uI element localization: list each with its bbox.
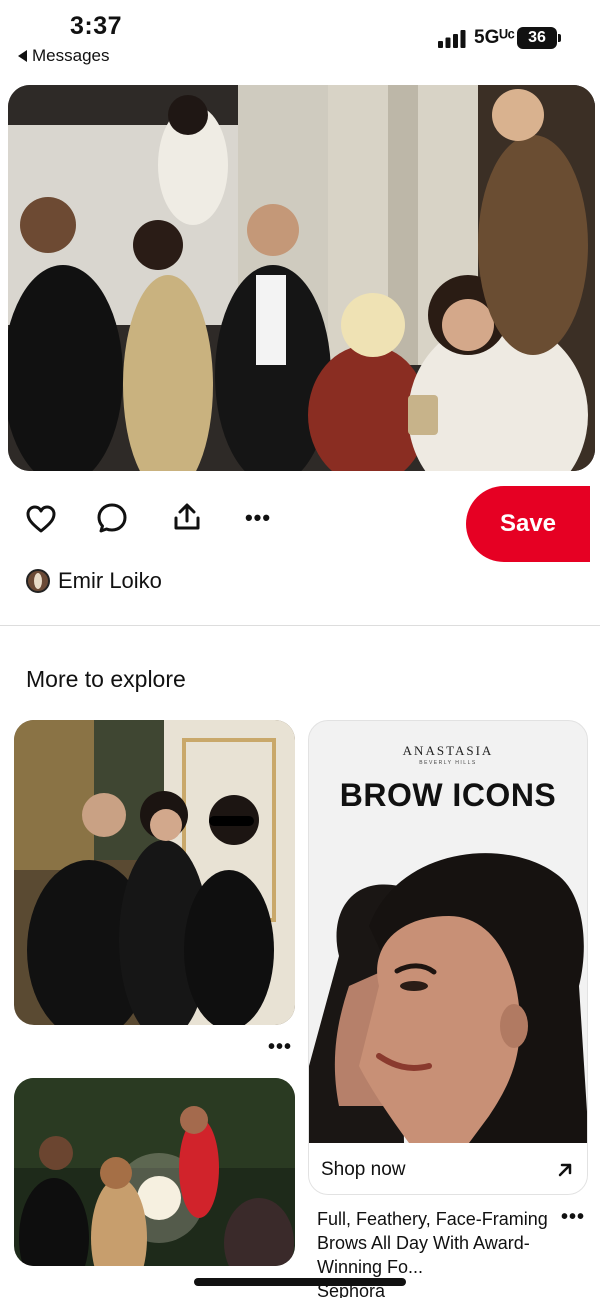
comment-button[interactable] — [95, 501, 129, 535]
explore-pin-2[interactable] — [14, 1078, 295, 1266]
ad-more-button[interactable]: ••• — [561, 1206, 585, 1229]
hero-photo — [8, 85, 595, 471]
more-options-button[interactable]: ••• — [238, 503, 278, 533]
ad-brand-sub: BEVERLY HILLS — [419, 760, 477, 766]
more-to-explore-heading: More to explore — [26, 666, 186, 692]
avatar — [26, 569, 50, 593]
ad-photo — [309, 816, 587, 1143]
pin-photo — [14, 1078, 295, 1266]
share-button[interactable] — [170, 500, 204, 534]
promoted-pin-card[interactable]: ANASTASIA BEVERLY HILLS BROW ICONS Shop … — [308, 720, 588, 1195]
pin-1-more-button[interactable]: ••• — [268, 1036, 292, 1059]
external-link-arrow-icon — [558, 1163, 572, 1176]
hero-pin-image[interactable] — [8, 85, 595, 471]
battery-nub — [558, 34, 561, 42]
battery-icon: 36 — [517, 27, 557, 49]
status-time: 3:37 — [70, 12, 123, 40]
cellular-signal-icon — [438, 30, 466, 48]
ad-description[interactable]: Full, Feathery, Face-Framing Brows All D… — [317, 1207, 557, 1279]
back-label: Messages — [32, 46, 110, 65]
ad-brand-logo: ANASTASIA — [402, 743, 494, 758]
more-dots-icon: ••• — [244, 505, 272, 530]
pin-author[interactable]: Emir Loiko — [26, 568, 162, 594]
shop-now-label: Shop now — [321, 1158, 406, 1180]
heart-outline-icon — [26, 505, 56, 533]
author-name: Emir Loiko — [58, 568, 162, 593]
section-divider — [0, 625, 600, 626]
back-to-messages-link[interactable]: Messages — [18, 46, 109, 66]
home-indicator[interactable] — [194, 1278, 406, 1286]
share-upload-icon — [174, 503, 200, 530]
chat-bubble-icon — [97, 503, 127, 533]
explore-pin-1[interactable] — [14, 720, 295, 1025]
pin-photo — [14, 720, 295, 1025]
back-arrow-icon — [18, 50, 27, 62]
ad-headline: BROW ICONS — [339, 777, 557, 813]
save-button[interactable]: Save — [466, 486, 590, 562]
network-indicator: 5Gᵁᶜ — [474, 27, 515, 48]
shop-now-button[interactable]: Shop now — [309, 1143, 587, 1194]
like-button[interactable] — [24, 502, 58, 536]
status-bar: 3:37 Messages 5Gᵁᶜ 36 — [0, 0, 600, 80]
